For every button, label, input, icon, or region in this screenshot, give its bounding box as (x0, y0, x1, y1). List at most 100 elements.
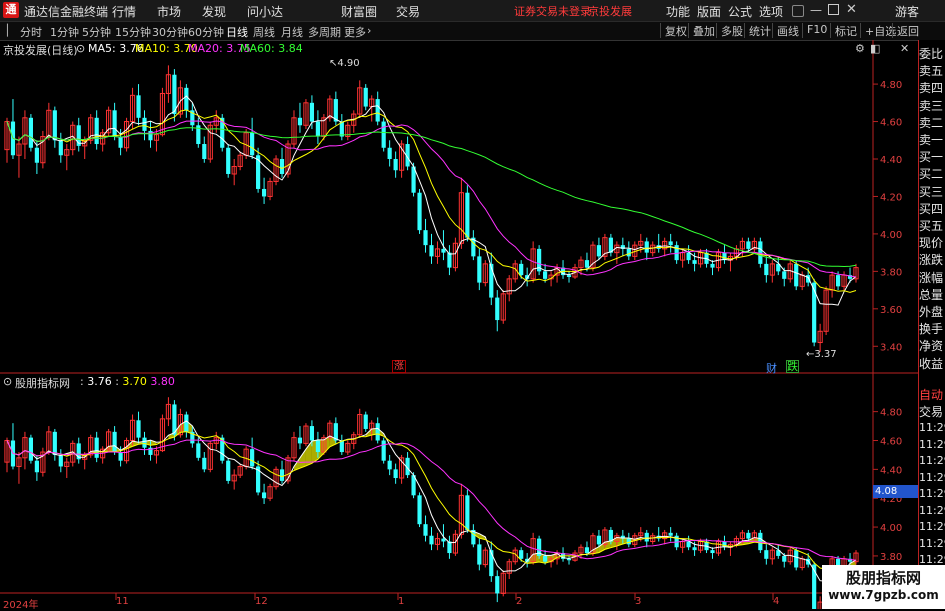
quote-label-10: 买五 (919, 219, 944, 233)
maximize-icon[interactable] (828, 4, 839, 15)
f10-button[interactable]: F10 (802, 23, 827, 38)
ma10-line (6, 109, 857, 293)
period-monthly[interactable]: 月线 (281, 24, 303, 40)
top-candle-body (835, 275, 841, 287)
toolbar-scroll-icon[interactable]: │ (4, 24, 11, 37)
bottom-candle-body (142, 437, 147, 448)
quote-label-15: 外盘 (919, 305, 944, 319)
app-title: 通达信金融终端 (24, 5, 109, 19)
top-candle-body (363, 87, 368, 107)
top-candle-body (279, 159, 285, 174)
period-more[interactable]: 更多 (344, 24, 366, 40)
top-y-tick-6: 3.60 (880, 305, 902, 316)
settings-icon[interactable]: ⚙ (855, 42, 865, 55)
top-y-tick-7: 3.40 (880, 342, 902, 353)
stats-button[interactable]: 统计 (744, 23, 771, 38)
bottom-line-2 (6, 431, 857, 573)
period-15min[interactable]: 15分钟 (115, 24, 151, 40)
bottom-candle-body (782, 555, 787, 562)
period-1min[interactable]: 1分钟 (50, 24, 79, 40)
menu-options[interactable]: 选项 (759, 3, 783, 20)
close-panel-icon[interactable]: ✕ (900, 42, 909, 55)
trade-label[interactable]: 交易 (919, 403, 945, 420)
mark-button[interactable]: 标记 (830, 23, 857, 38)
bottom-candle-body (566, 558, 572, 561)
menu-market-center[interactable]: 市场 (157, 3, 181, 20)
period-5min[interactable]: 5分钟 (82, 24, 111, 40)
watermark-line2: www.7gpzb.com (828, 588, 939, 602)
top-candle-body (495, 297, 500, 321)
message-icon[interactable] (792, 5, 804, 17)
x-tick-mar: 3 (635, 596, 642, 607)
menu-layout[interactable]: 版面 (697, 3, 721, 20)
stock-name-title: 京投发展 (588, 5, 632, 18)
overlay-button[interactable]: 叠加 (688, 23, 715, 38)
menu-wealth[interactable]: 财富圈 (341, 3, 377, 20)
bottom-candle-body (644, 532, 649, 542)
tick-time-5: 11:29 (919, 503, 945, 517)
bottom-chart-values: : 3.76 : 3.70 3.80 (80, 375, 175, 388)
bottom-candle-body (393, 469, 398, 479)
top-candle-body (626, 248, 631, 257)
multi-stock-button[interactable]: 多股 (716, 23, 743, 38)
top-chart-toggle-icon[interactable]: ⊙ (76, 42, 85, 55)
top-candle-body (692, 260, 697, 264)
top-candle-body (58, 140, 63, 156)
menu-market[interactable]: 行情 (112, 3, 136, 20)
top-y-tick-4: 4.00 (880, 230, 902, 241)
menu-function[interactable]: 功能 (666, 3, 690, 20)
bottom-candle-body (112, 431, 117, 453)
top-candle-body (309, 102, 315, 122)
draw-button[interactable]: 画线 (772, 23, 799, 38)
period-weekly[interactable]: 周线 (253, 24, 275, 40)
quote-label-14: 总量 (919, 287, 944, 302)
menu-discover[interactable]: 发现 (202, 3, 226, 20)
minimize-icon[interactable]: — (810, 3, 822, 17)
period-30min[interactable]: 30分钟 (152, 24, 188, 40)
quote-label-12: 涨跌 (919, 253, 944, 268)
bottom-candle-body (746, 532, 751, 539)
close-icon[interactable]: ✕ (846, 2, 857, 17)
add-watchlist-button[interactable]: +自选 (860, 23, 896, 38)
login-warning[interactable]: 证券交易未登录 (514, 3, 591, 19)
limit-up-tag[interactable]: 涨 (392, 360, 406, 373)
menu-ask[interactable]: 问小达 (247, 3, 283, 20)
adjust-button[interactable]: 复权 (660, 23, 687, 38)
bottom-candle-body (196, 443, 201, 458)
top-candle-body (746, 241, 751, 249)
back-button[interactable]: 返回 (892, 23, 919, 38)
period-60min[interactable]: 60分钟 (188, 24, 224, 40)
bottom-candle-body (692, 547, 697, 551)
bottom-toggle-icon[interactable]: ⊙ (3, 375, 12, 388)
bottom-candle-body (381, 440, 386, 461)
top-candle-body (393, 159, 398, 171)
more-chevron-icon[interactable]: › (367, 24, 371, 37)
kline-chart[interactable]: 4.80 4.60 4.40 4.20 4.00 3.80 3.60 3.40 4.80 4.60… (0, 40, 918, 609)
bottom-band-fill (299, 449, 306, 469)
top-y-tick-0: 4.80 (880, 80, 902, 91)
watermark-box: 股朋指标网 www.7gpzb.com (822, 565, 945, 609)
top-y-tick-1: 4.60 (880, 118, 902, 129)
quote-label-6: 买一 (919, 150, 944, 165)
top-candle-body (381, 121, 386, 148)
bottom-candle-body (226, 460, 231, 481)
period-multi[interactable]: 多周期 (308, 24, 341, 40)
period-daily[interactable]: 日线 (226, 24, 248, 40)
top-candle-body (519, 263, 524, 276)
limit-down-tag[interactable]: 跌 (786, 360, 799, 373)
period-intraday[interactable]: 分时 (20, 24, 42, 40)
bottom-candle-body (363, 414, 368, 429)
bottom-y-tick-0: 4.80 (880, 408, 902, 419)
top-candle-body (441, 248, 446, 253)
auto-label[interactable]: 自动 (919, 386, 945, 403)
bottom-candle-body (686, 541, 691, 548)
finance-tag[interactable]: 财 (766, 360, 777, 376)
menu-trade[interactable]: 交易 (396, 3, 420, 20)
bottom-candle-body (309, 426, 315, 441)
top-candle-body (52, 110, 57, 141)
collapse-icon[interactable]: ◧ (870, 42, 880, 55)
menu-formula[interactable]: 公式 (728, 3, 752, 20)
guest-label[interactable]: 游客 (895, 3, 919, 20)
bottom-candle-body (58, 454, 63, 467)
bottom-candle-body (710, 550, 715, 554)
